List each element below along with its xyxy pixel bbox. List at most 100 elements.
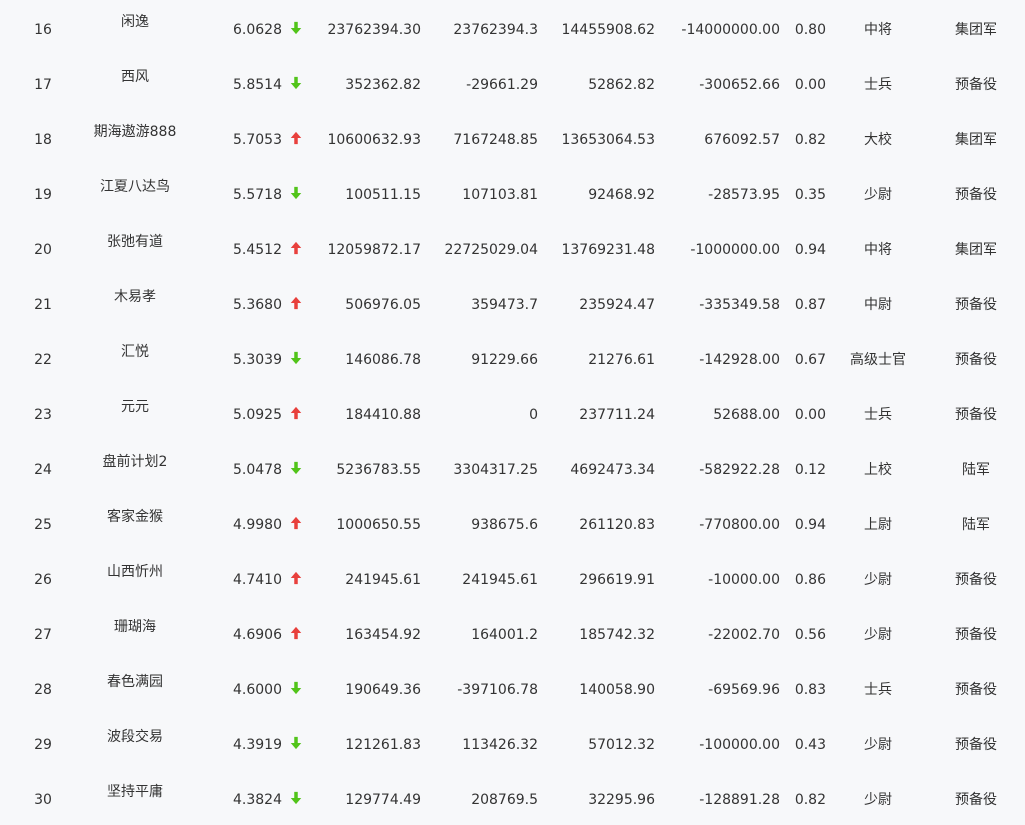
value-cell-2: 107103.81 xyxy=(462,187,538,203)
value-cell-1: 163454.92 xyxy=(345,627,421,643)
trend-arrow-icon xyxy=(289,405,305,421)
unit-cell: 陆军 xyxy=(962,517,990,533)
table-row[interactable]: 25 客家金猴 4.9980 1000650.55 938675.6 26112… xyxy=(0,495,1025,550)
trend-arrow-icon xyxy=(289,20,305,36)
trader-name-link[interactable]: 西风 xyxy=(70,68,200,86)
level-cell: 士兵 xyxy=(864,682,892,698)
score-cell: 4.3824 xyxy=(233,792,282,808)
value-cell-2: 359473.7 xyxy=(471,297,538,313)
trader-name-link[interactable]: 木易孝 xyxy=(70,288,200,306)
table-row[interactable]: 19 江夏八达鸟 5.5718 100511.15 107103.81 9246… xyxy=(0,165,1025,220)
trend-arrow-icon xyxy=(289,130,305,146)
trader-name-link[interactable]: 闲逸 xyxy=(70,13,200,31)
value-cell-1: 10600632.93 xyxy=(327,132,421,148)
level-cell: 中将 xyxy=(864,242,892,258)
value-cell-1: 184410.88 xyxy=(345,407,421,423)
trader-name-link[interactable]: 元元 xyxy=(70,398,200,416)
unit-cell: 集团军 xyxy=(955,22,997,38)
table-row[interactable]: 16 闲逸 6.0628 23762394.30 23762394.3 1445… xyxy=(0,0,1025,55)
value-cell-2: 3304317.25 xyxy=(453,462,538,478)
level-cell: 上校 xyxy=(864,462,892,478)
trader-name-link[interactable]: 波段交易 xyxy=(70,728,200,746)
unit-cell: 预备役 xyxy=(955,737,997,753)
value-cell-1: 190649.36 xyxy=(345,682,421,698)
value-cell-3: 13769231.48 xyxy=(561,242,655,258)
trader-name-link[interactable]: 珊瑚海 xyxy=(70,618,200,636)
table-row[interactable]: 18 期海遨游888 5.7053 10600632.93 7167248.85… xyxy=(0,110,1025,165)
unit-cell: 预备役 xyxy=(955,627,997,643)
ratio-cell: 0.00 xyxy=(794,407,826,423)
table-row[interactable]: 28 春色满园 4.6000 190649.36 -397106.78 1400… xyxy=(0,660,1025,715)
level-cell: 少尉 xyxy=(864,572,892,588)
value-cell-4: -28573.95 xyxy=(708,187,780,203)
score-cell: 5.5718 xyxy=(233,187,282,203)
ratio-cell: 0.86 xyxy=(794,572,826,588)
value-cell-1: 121261.83 xyxy=(345,737,421,753)
unit-cell: 预备役 xyxy=(955,682,997,698)
table-row[interactable]: 27 珊瑚海 4.6906 163454.92 164001.2 185742.… xyxy=(0,605,1025,660)
value-cell-2: 7167248.85 xyxy=(453,132,538,148)
table-row[interactable]: 23 元元 5.0925 184410.88 0 237711.24 52688… xyxy=(0,385,1025,440)
unit-cell: 预备役 xyxy=(955,187,997,203)
trend-arrow-icon xyxy=(289,515,305,531)
value-cell-4: -128891.28 xyxy=(699,792,780,808)
table-row[interactable]: 26 山西忻州 4.7410 241945.61 241945.61 29661… xyxy=(0,550,1025,605)
ratio-cell: 0.82 xyxy=(794,132,826,148)
trader-name-link[interactable]: 汇悦 xyxy=(70,343,200,361)
value-cell-1: 129774.49 xyxy=(345,792,421,808)
table-row[interactable]: 21 木易孝 5.3680 506976.05 359473.7 235924.… xyxy=(0,275,1025,330)
trader-name-link[interactable]: 张弛有道 xyxy=(70,233,200,251)
value-cell-1: 5236783.55 xyxy=(336,462,421,478)
value-cell-2: -397106.78 xyxy=(457,682,538,698)
trend-arrow-icon xyxy=(289,680,305,696)
value-cell-1: 241945.61 xyxy=(345,572,421,588)
table-row[interactable]: 30 坚持平庸 4.3824 129774.49 208769.5 32295.… xyxy=(0,770,1025,825)
trader-name-link[interactable]: 盘前计划2 xyxy=(70,453,200,471)
trend-arrow-icon xyxy=(289,625,305,641)
level-cell: 少尉 xyxy=(864,737,892,753)
score-cell: 6.0628 xyxy=(233,22,282,38)
value-cell-3: 261120.83 xyxy=(579,517,655,533)
table-row[interactable]: 20 张弛有道 5.4512 12059872.17 22725029.04 1… xyxy=(0,220,1025,275)
score-cell: 5.8514 xyxy=(233,77,282,93)
table-row[interactable]: 29 波段交易 4.3919 121261.83 113426.32 57012… xyxy=(0,715,1025,770)
trader-name-link[interactable]: 客家金猴 xyxy=(70,508,200,526)
unit-cell: 预备役 xyxy=(955,572,997,588)
ratio-cell: 0.35 xyxy=(794,187,826,203)
table-row[interactable]: 17 西风 5.8514 352362.82 -29661.29 52862.8… xyxy=(0,55,1025,110)
value-cell-3: 21276.61 xyxy=(588,352,655,368)
level-cell: 高级士官 xyxy=(850,352,906,368)
value-cell-3: 52862.82 xyxy=(588,77,655,93)
level-cell: 少尉 xyxy=(864,627,892,643)
table-row[interactable]: 22 汇悦 5.3039 146086.78 91229.66 21276.61… xyxy=(0,330,1025,385)
level-cell: 少尉 xyxy=(864,187,892,203)
level-cell: 中将 xyxy=(864,22,892,38)
value-cell-4: -300652.66 xyxy=(699,77,780,93)
score-cell: 5.3039 xyxy=(233,352,282,368)
value-cell-1: 1000650.55 xyxy=(336,517,421,533)
value-cell-3: 235924.47 xyxy=(579,297,655,313)
trader-name-link[interactable]: 山西忻州 xyxy=(70,563,200,581)
trend-arrow-icon xyxy=(289,735,305,751)
trader-name-link[interactable]: 期海遨游888 xyxy=(70,123,200,141)
level-cell: 上尉 xyxy=(864,517,892,533)
score-cell: 5.4512 xyxy=(233,242,282,258)
value-cell-3: 4692473.34 xyxy=(570,462,655,478)
trader-name-link[interactable]: 春色满园 xyxy=(70,673,200,691)
value-cell-2: 938675.6 xyxy=(471,517,538,533)
ratio-cell: 0.43 xyxy=(794,737,826,753)
trend-arrow-icon xyxy=(289,295,305,311)
ratio-cell: 0.80 xyxy=(794,22,826,38)
ratio-cell: 0.94 xyxy=(794,242,826,258)
trader-name-link[interactable]: 坚持平庸 xyxy=(70,783,200,801)
ratio-cell: 0.87 xyxy=(794,297,826,313)
value-cell-4: -10000.00 xyxy=(708,572,780,588)
trader-name-link[interactable]: 江夏八达鸟 xyxy=(70,178,200,196)
trend-arrow-icon xyxy=(289,240,305,256)
value-cell-4: -335349.58 xyxy=(699,297,780,313)
level-cell: 士兵 xyxy=(864,407,892,423)
value-cell-4: -100000.00 xyxy=(699,737,780,753)
value-cell-3: 13653064.53 xyxy=(561,132,655,148)
table-row[interactable]: 24 盘前计划2 5.0478 5236783.55 3304317.25 46… xyxy=(0,440,1025,495)
value-cell-4: -770800.00 xyxy=(699,517,780,533)
